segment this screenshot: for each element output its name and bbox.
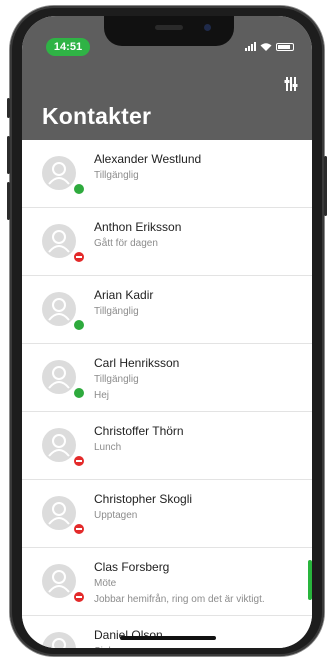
screen: 14:51 Kontakter Alexander Westlund Tillg…: [22, 16, 312, 648]
person-icon: [48, 298, 70, 321]
contact-row[interactable]: Carl Henriksson Tillgänglig Hej: [22, 344, 312, 412]
contact-row[interactable]: Christopher Skogli Upptagen: [22, 480, 312, 548]
person-icon: [48, 162, 70, 185]
presence-busy-icon: [73, 591, 85, 603]
contact-status: Tillgänglig: [94, 170, 139, 181]
avatar: [42, 360, 85, 399]
power-button: [324, 156, 327, 216]
speaker: [155, 25, 183, 30]
person-icon: [48, 502, 70, 525]
contact-list: Alexander Westlund Tillgänglig Anthon Erik…: [22, 140, 312, 648]
person-icon: [48, 366, 70, 389]
volume-up-button: [7, 136, 10, 174]
presence-available-icon: [73, 183, 85, 195]
contact-status: Lunch: [94, 442, 122, 453]
home-indicator[interactable]: [120, 636, 216, 640]
signal-icon: [245, 42, 256, 51]
contact-status: Upptagen: [94, 510, 138, 521]
contact-name: Arian Kadir: [94, 288, 154, 302]
contact-name: Christoffer Thörn: [94, 424, 184, 438]
status-bar: 14:51: [22, 16, 312, 56]
contact-row[interactable]: Anthon Eriksson Gått för dagen: [22, 208, 312, 276]
volume-down-button: [7, 182, 10, 220]
person-icon: [52, 638, 66, 648]
avatar: [42, 496, 85, 535]
camera: [204, 24, 211, 31]
contact-row[interactable]: Alexander Westlund Tillgänglig: [22, 140, 312, 208]
presence-busy-icon: [73, 455, 85, 467]
presence-available-icon: [73, 387, 85, 399]
avatar: [42, 564, 85, 603]
contact-status: Tillgänglig: [94, 306, 139, 317]
avatar: [42, 224, 85, 263]
avatar: [42, 428, 85, 467]
battery-icon: [276, 43, 294, 51]
contact-name: Alexander Westlund: [94, 152, 202, 166]
avatar: [42, 632, 76, 648]
filter-icon[interactable]: [284, 76, 298, 92]
contact-status: Sjuk: [94, 646, 113, 648]
contact-name: Clas Forsberg: [94, 560, 170, 574]
contact-note: Jobbar hemifrån, ring om det är viktigt.: [94, 594, 265, 605]
page-title: Kontakter: [42, 103, 152, 129]
wifi-icon: [260, 43, 272, 51]
contact-name: Carl Henriksson: [94, 356, 180, 370]
contact-status: Tillgänglig: [94, 374, 139, 385]
presence-available-icon: [73, 319, 85, 331]
status-icons: [245, 42, 294, 51]
person-icon: [48, 570, 70, 593]
notch: [104, 16, 234, 46]
mute-switch: [7, 98, 10, 118]
contact-row[interactable]: Clas Forsberg Möte Jobbar hemifrån, ring o…: [22, 548, 312, 616]
contact-row[interactable]: Christoffer Thörn Lunch: [22, 412, 312, 480]
contact-name: Christopher Skogli: [94, 492, 193, 506]
contact-row[interactable]: Daniel OlsonSjuk: [22, 616, 312, 648]
avatar: [42, 292, 85, 331]
contact-note: Hej: [94, 390, 110, 401]
contact-status: Gått för dagen: [94, 238, 158, 249]
contact-name: Anthon Eriksson: [94, 220, 182, 234]
scroll-indicator[interactable]: [308, 560, 312, 600]
app-header: 14:51 Kontakter: [22, 16, 312, 140]
contact-status: Möte: [94, 578, 117, 589]
person-icon: [48, 434, 70, 457]
status-time: 14:51: [46, 38, 90, 56]
avatar: [42, 156, 85, 195]
presence-busy-icon: [73, 523, 85, 535]
person-icon: [48, 230, 70, 253]
presence-busy-icon: [73, 251, 85, 263]
contact-row[interactable]: Arian Kadir Tillgänglig: [22, 276, 312, 344]
